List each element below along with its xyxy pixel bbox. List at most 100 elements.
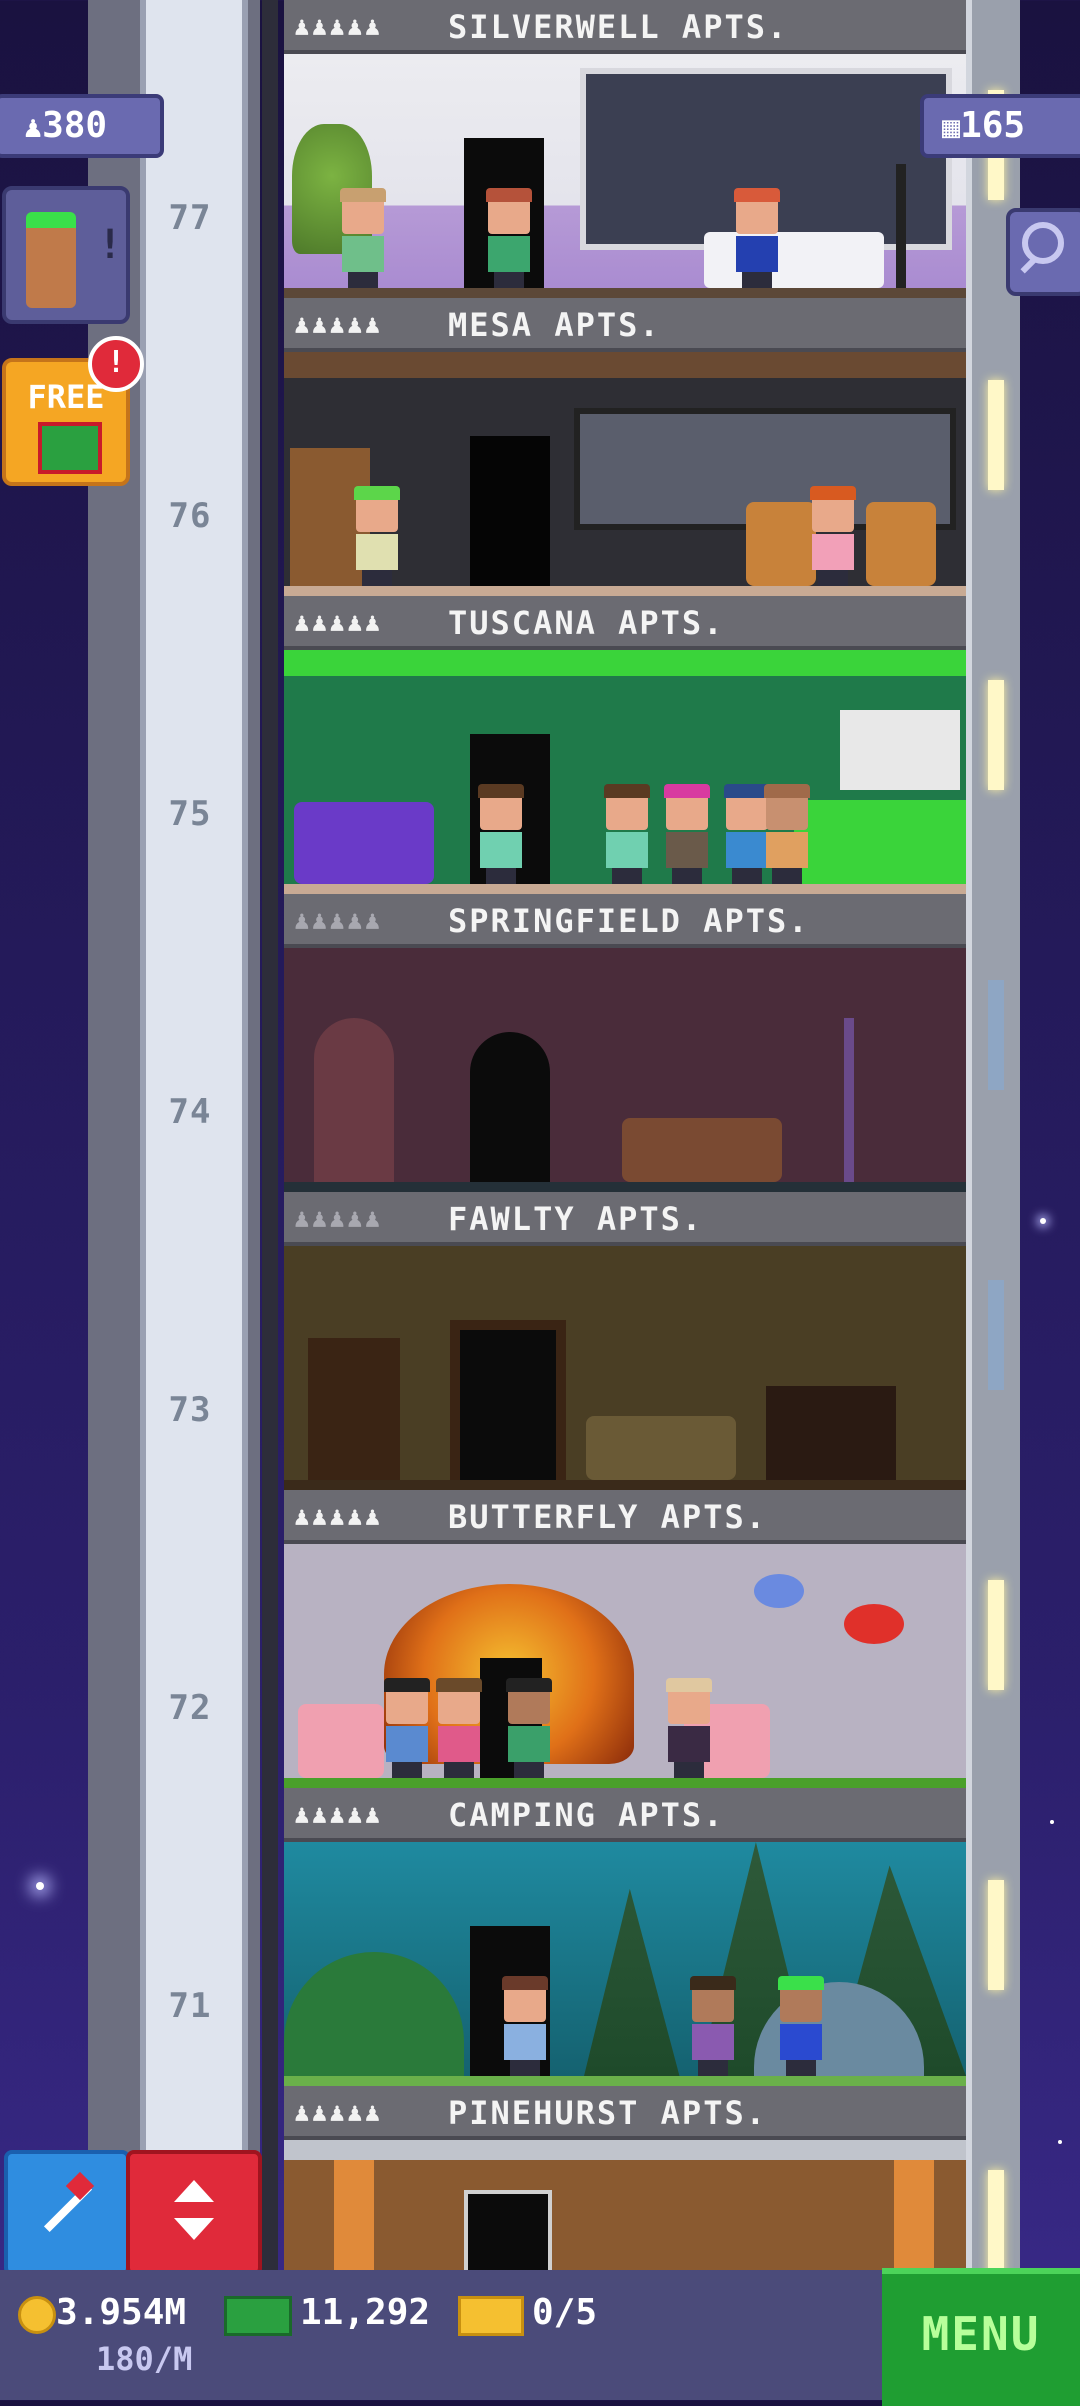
floor-resident-icons: ♟♟♟♟♟ <box>294 1800 383 1830</box>
cabinets <box>840 710 960 790</box>
window-light <box>988 1280 1004 1390</box>
floor-name: SPRINGFIELD APTS. <box>448 902 810 940</box>
bitizen[interactable] <box>350 486 404 586</box>
bitizen[interactable] <box>380 1678 434 1778</box>
floor-name: CAMPING APTS. <box>448 1796 725 1834</box>
population-counter[interactable]: ♟380 <box>0 94 164 158</box>
floor-header: ♟♟♟♟♟ CAMPING APTS. <box>284 1788 966 1842</box>
tent <box>284 1952 464 2076</box>
elevator-shaft-track <box>140 0 248 2270</box>
bitizen[interactable] <box>730 188 784 288</box>
floor-number-76: 76 <box>168 496 212 536</box>
floor-pinehurst[interactable]: ♟♟♟♟♟ PINEHURST APTS. <box>284 2086 966 2270</box>
window-light <box>988 380 1004 490</box>
window-light <box>988 1580 1004 1690</box>
floor-number-71: 71 <box>168 1986 212 2026</box>
bitizen[interactable] <box>498 1976 552 2076</box>
floor-resident-icons: ♟♟♟♟♟ <box>294 12 383 42</box>
elevator-button[interactable] <box>126 2150 262 2276</box>
bitizen-portrait-icon <box>26 212 76 308</box>
bitizen[interactable] <box>600 784 654 884</box>
bitizen[interactable] <box>686 1976 740 2076</box>
ceiling-pipe <box>284 2140 966 2160</box>
apartment-door <box>464 2190 552 2270</box>
bux-icon <box>224 2296 292 2336</box>
room-interior <box>284 948 966 1192</box>
floor-header: ♟♟♟♟♟ PINEHURST APTS. <box>284 2086 966 2140</box>
population-value: 380 <box>42 105 108 146</box>
pillar <box>894 2160 934 2270</box>
floor-slab <box>284 288 966 298</box>
bitizen[interactable] <box>432 1678 486 1778</box>
search-button[interactable] <box>1006 208 1080 296</box>
floor-lamp <box>844 1018 854 1182</box>
magnifier-icon <box>1022 222 1064 264</box>
floor-counter[interactable]: ▦165 <box>920 94 1080 158</box>
bitizen[interactable] <box>806 486 860 586</box>
floor-number-77: 77 <box>168 198 212 238</box>
bux-value: 11,292 <box>300 2292 431 2333</box>
floor-resident-icons: ♟♟♟♟♟ <box>294 2098 383 2128</box>
floor-header: ♟♟♟♟♟ FAWLTY APTS. <box>284 1192 966 1246</box>
floor-slab <box>284 2076 966 2086</box>
build-hammer-button[interactable] <box>4 2150 130 2276</box>
floor-header: ♟♟♟♟♟ TUSCANA APTS. <box>284 596 966 650</box>
floor-resident-icons: ♟♟♟♟♟ <box>294 310 383 340</box>
floor-header: ♟♟♟♟♟ SILVERWELL APTS. <box>284 0 966 54</box>
bookshelf <box>308 1338 400 1480</box>
bitizen[interactable] <box>774 1976 828 2076</box>
down-arrow-icon <box>174 2218 214 2240</box>
star <box>1058 2140 1062 2144</box>
building-icon: ▦ <box>942 110 961 145</box>
butterfly-decor <box>844 1604 904 1644</box>
floor-butterfly[interactable]: ♟♟♟♟♟ BUTTERFLY APTS. <box>284 1490 966 1788</box>
fireplace <box>766 1386 896 1480</box>
armchair <box>298 1704 384 1778</box>
floor-name: FAWLTY APTS. <box>448 1200 704 1238</box>
ceiling-trim <box>284 650 966 676</box>
floor-header: ♟♟♟♟♟ BUTTERFLY APTS. <box>284 1490 966 1544</box>
bitizen-alert: ! <box>98 222 123 268</box>
apartment-door <box>470 436 550 586</box>
sofa <box>622 1118 782 1182</box>
floor-slab <box>284 1480 966 1490</box>
floor-slab <box>284 1182 966 1192</box>
ticket-icon <box>458 2296 524 2336</box>
bitizen[interactable] <box>482 188 536 288</box>
floor-camping[interactable]: ♟♟♟♟♟ CAMPING APTS. <box>284 1788 966 2086</box>
window-light <box>988 1880 1004 1990</box>
bitizen[interactable] <box>660 784 714 884</box>
bitizen-button[interactable]: ! <box>2 186 130 324</box>
bitizen[interactable] <box>336 188 390 288</box>
floor-name: SILVERWELL APTS. <box>448 8 789 46</box>
floor-springfield[interactable]: ♟♟♟♟♟ SPRINGFIELD APTS. <box>284 894 966 1192</box>
floor-number-72: 72 <box>168 1688 212 1728</box>
bitizen[interactable] <box>662 1678 716 1778</box>
room-interior <box>284 1246 966 1490</box>
menu-button[interactable]: MENU <box>882 2268 1080 2406</box>
sofa <box>294 802 434 884</box>
room-interior <box>284 2140 966 2270</box>
bitizen[interactable] <box>502 1678 556 1778</box>
person-icon: ♟ <box>24 110 43 145</box>
window-light <box>988 680 1004 790</box>
floor-tuscana[interactable]: ♟♟♟♟♟ TUSCANA APTS. <box>284 596 966 894</box>
floor-number-73: 73 <box>168 1390 212 1430</box>
window-light <box>988 980 1004 1090</box>
room-interior <box>284 650 966 894</box>
floor-count-value: 165 <box>960 105 1026 146</box>
floor-silverwell[interactable]: ♟♟♟♟♟ SILVERWELL APTS. <box>284 0 966 298</box>
bitizen[interactable] <box>474 784 528 884</box>
armchair <box>866 502 936 586</box>
floor-mesa[interactable]: ♟♟♟♟♟ MESA APTS. <box>284 298 966 596</box>
floor-name: TUSCANA APTS. <box>448 604 725 642</box>
apartment-door <box>450 1320 566 1480</box>
floor-header: ♟♟♟♟♟ SPRINGFIELD APTS. <box>284 894 966 948</box>
floor-slab <box>284 586 966 596</box>
floor-resident-icons: ♟♟♟♟♟ <box>294 1502 383 1532</box>
tickets-value: 0/5 <box>532 2292 598 2333</box>
floor-fawlty[interactable]: ♟♟♟♟♟ FAWLTY APTS. <box>284 1192 966 1490</box>
kitchen-counter <box>794 800 966 884</box>
bitizen[interactable] <box>760 784 814 884</box>
star <box>1040 1218 1046 1224</box>
